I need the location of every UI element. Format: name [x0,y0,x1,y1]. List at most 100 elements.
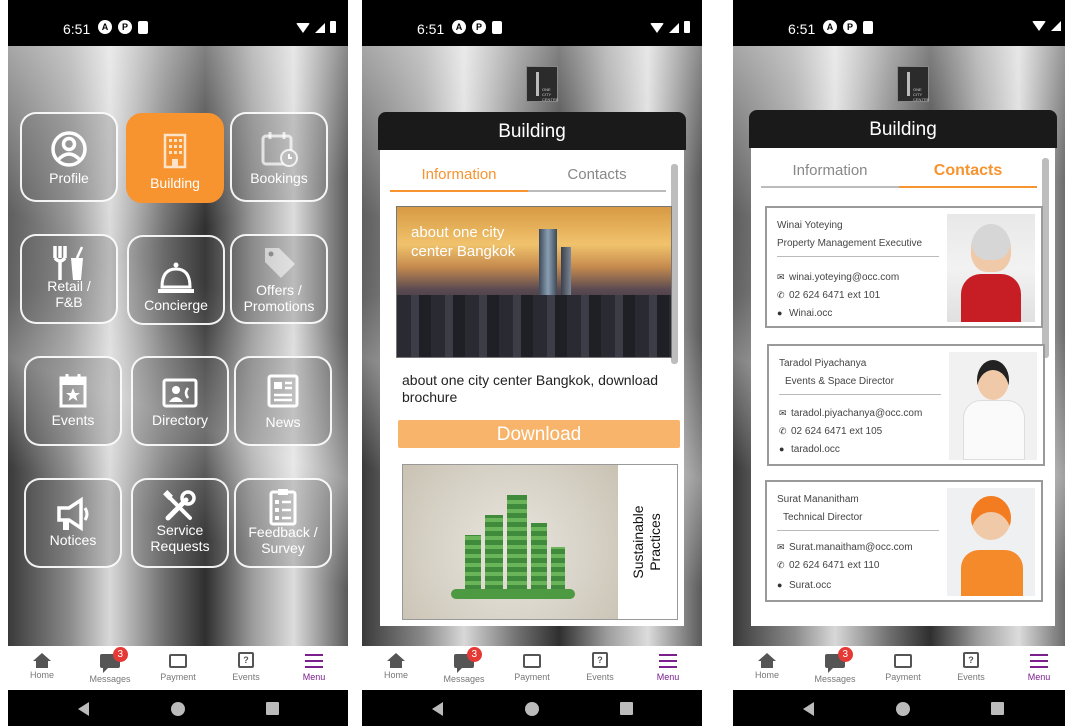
recent-apps-icon[interactable] [266,702,279,715]
tab-messages[interactable]: 3 Messages [76,646,144,690]
scrollbar[interactable] [1042,158,1049,358]
building-tabs: Information Contacts [761,158,1037,188]
back-icon[interactable] [432,702,443,716]
megaphone-icon [57,496,89,532]
contact-line-row[interactable]: ● Surat.occ [777,580,831,591]
contact-email: winai.yoteying@occ.com [789,272,900,283]
tab-events[interactable]: ? Events [212,646,280,690]
contact-photo [947,488,1035,596]
menu-tile-directory[interactable]: Directory [131,356,229,446]
menu-tile-profile[interactable]: Profile [20,112,118,202]
menu-tile-concierge[interactable]: Concierge [127,235,225,325]
menu-tile-offers-promotions[interactable]: Offers / Promotions [230,234,328,324]
android-nav-bar [733,690,1065,726]
tab-menu[interactable]: Menu [634,646,702,690]
menu-tile-building[interactable]: Building [126,113,224,203]
home-icon [387,653,405,668]
sustainable-practices-card[interactable]: Sustainable Practices [402,464,678,620]
contact-email: Surat.manaitham@occ.com [789,542,913,553]
tab-payment[interactable]: Payment [144,646,212,690]
menu-tile-events[interactable]: Events [24,356,122,446]
menu-tile-feedback-survey[interactable]: Feedback / Survey [234,478,332,568]
tab-events[interactable]: ? Events [937,646,1005,690]
phone-icon: ✆ [777,290,785,300]
tab-label: Payment [160,672,196,682]
contact-name: Winai Yoteying [777,220,843,231]
status-system-icons [650,21,690,33]
tab-messages[interactable]: 3 Messages [430,646,498,690]
tab-information[interactable]: Information [761,158,899,188]
tab-menu[interactable]: Menu [1005,646,1065,690]
contact-card[interactable]: Winai Yoteying Property Management Execu… [765,206,1043,328]
menu-tile-news[interactable]: News [234,356,332,446]
contact-phone-row[interactable]: ✆ 02 624 6471 ext 110 [777,560,879,571]
tab-information[interactable]: Information [390,162,528,192]
contact-email-row[interactable]: ✉ taradol.piyachanya@occ.com [779,408,922,419]
menu-tile-label: Directory [151,412,208,428]
messages-badge: 3 [466,647,482,662]
contact-email-row[interactable]: ✉ Surat.manaitham@occ.com [777,542,913,553]
battery-icon [684,21,690,33]
contact-card[interactable]: Taradol Piyachanya Events & Space Direct… [767,344,1045,466]
menu-tile-notices[interactable]: Notices [24,478,122,568]
download-button[interactable]: Download [398,420,680,448]
back-icon[interactable] [78,702,89,716]
tab-label: Payment [514,672,550,682]
scrollbar[interactable] [671,164,678,364]
menu-tile-retail-fb[interactable]: Retail / F&B [20,234,118,324]
contact-phone-row[interactable]: ✆ 02 624 6471 ext 101 [777,290,880,301]
tree-building-graphic [507,495,527,599]
menu-tile-service-requests[interactable]: Service Requests [131,478,229,568]
bottom-tab-bar: Home 3 Messages Payment ? Events Menu [8,646,348,690]
tab-home[interactable]: Home [362,646,430,690]
tab-menu[interactable]: Menu [280,646,348,690]
tab-label: Messages [814,674,856,684]
green-building-image [403,465,618,619]
contact-email: taradol.piyachanya@occ.com [791,408,923,419]
tab-home[interactable]: Home [733,646,801,690]
one-city-centre-logo: ONE CITY CENTRE [897,66,929,102]
logo-text: ONE CITY CENTRE [913,87,930,102]
nav-home-icon[interactable] [896,702,910,716]
tab-label: Menu [656,672,680,682]
tab-messages[interactable]: 3 Messages [801,646,869,690]
logo-text: ONE CITY CENTRE [542,87,559,102]
chat-icon: ● [777,308,783,318]
tab-contacts[interactable]: Contacts [528,162,666,192]
status-system-icons [1032,21,1061,31]
tab-events[interactable]: ? Events [566,646,634,690]
tab-home[interactable]: Home [8,646,76,690]
nav-home-icon[interactable] [525,702,539,716]
menu-tile-bookings[interactable]: Bookings [230,112,328,202]
battery-icon [330,21,336,33]
tree-building-graphic [531,523,547,599]
contact-phone: 02 624 6471 ext 101 [789,290,881,301]
back-icon[interactable] [803,702,814,716]
grass-base-graphic [451,589,575,599]
menu-tile-label: Concierge [144,297,208,313]
contact-name: Surat Mananitham [777,494,859,505]
contact-phone-row[interactable]: ✆ 02 624 6471 ext 105 [779,426,882,437]
recent-apps-icon[interactable] [620,702,633,715]
tab-contacts[interactable]: Contacts [899,158,1037,188]
contact-line-id: Surat.occ [789,580,832,591]
phone-building-contacts-screen: 6:51 A P ONE CITY CENTRE Building Inform… [733,0,1065,726]
tab-label: Home [383,670,408,680]
contact-email-row[interactable]: ✉ winai.yoteying@occ.com [777,272,899,283]
contact-card[interactable]: Surat Mananitham Technical Director ✉ Sur… [765,480,1043,602]
concierge-bell-icon [158,262,194,293]
recent-apps-icon[interactable] [991,702,1004,715]
android-nav-bar [362,690,702,726]
nav-home-icon[interactable] [171,702,185,716]
menu-icon [659,654,677,668]
hero-image-bangkok-skyline[interactable]: about one city center Bangkok [396,206,672,358]
payment-icon [894,654,912,668]
chat-icon: ● [777,580,783,590]
messages-badge: 3 [837,647,853,662]
contact-line-row[interactable]: ● Winai.occ [777,308,832,319]
tab-payment[interactable]: Payment [869,646,937,690]
contact-phone: 02 624 6471 ext 110 [789,560,880,571]
contact-line-row[interactable]: ● taradol.occ [779,444,840,455]
menu-tile-label: Profile [49,170,89,186]
tab-payment[interactable]: Payment [498,646,566,690]
